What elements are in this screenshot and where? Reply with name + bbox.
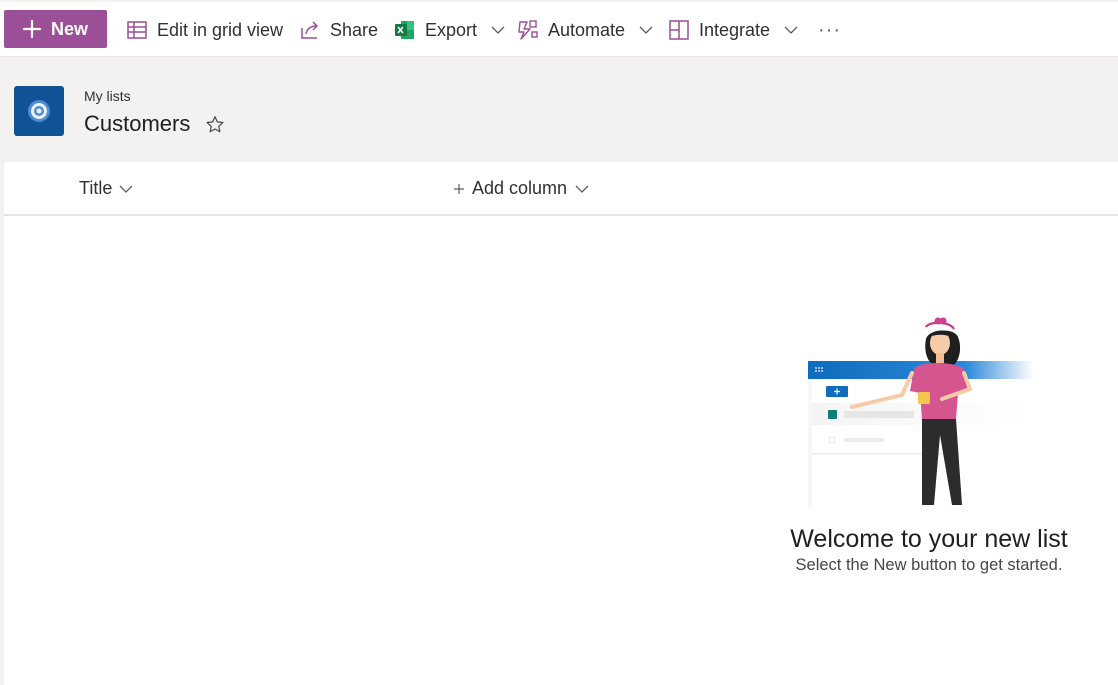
chevron-down-icon <box>119 185 133 193</box>
empty-state: Welcome to your new list Select the New … <box>764 524 1094 575</box>
new-button[interactable]: New <box>4 10 107 48</box>
chevron-down-icon <box>491 26 505 34</box>
empty-list-illustration <box>808 317 1033 507</box>
integrate-label: Integrate <box>699 19 771 40</box>
command-bar: New Edit in grid view Share Export Autom… <box>0 2 1118 57</box>
chevron-down-icon <box>575 185 589 193</box>
plus-icon <box>454 183 464 194</box>
list-header: My lists Customers <box>0 58 1118 158</box>
automate-icon <box>518 20 538 40</box>
column-header-title[interactable]: Title <box>79 178 134 199</box>
list-panel: Title Add column Welcome to your new lis… <box>4 162 1118 685</box>
excel-icon <box>395 21 414 39</box>
breadcrumb[interactable]: My lists <box>84 88 131 104</box>
column-header-row: Title Add column <box>4 162 1118 216</box>
column-title-label: Title <box>79 178 113 198</box>
integrate-button[interactable]: Integrate <box>668 12 799 48</box>
site-logo[interactable] <box>14 86 64 136</box>
grid-icon <box>127 21 147 39</box>
new-button-label: New <box>50 18 88 39</box>
star-icon[interactable] <box>204 114 226 136</box>
export-label: Export <box>425 19 478 40</box>
share-icon <box>301 21 318 39</box>
empty-state-title: Welcome to your new list <box>790 525 1068 553</box>
automate-label: Automate <box>548 19 626 40</box>
page-title: Customers <box>84 111 191 136</box>
add-column-button[interactable]: Add column <box>453 178 590 199</box>
plus-icon <box>22 20 41 38</box>
edit-grid-view-button[interactable]: Edit in grid view <box>126 12 283 48</box>
chevron-down-icon <box>639 26 653 34</box>
integrate-icon <box>669 20 689 40</box>
share-button[interactable]: Share <box>299 12 378 48</box>
export-button[interactable]: Export <box>394 12 506 48</box>
list-logo-icon <box>28 100 50 122</box>
add-column-label: Add column <box>472 178 568 198</box>
more-icon: ··· <box>818 18 841 41</box>
edit-grid-view-label: Edit in grid view <box>157 19 284 40</box>
empty-state-subtitle: Select the New button to get started. <box>795 556 1063 574</box>
share-label: Share <box>330 19 379 40</box>
automate-button[interactable]: Automate <box>517 12 654 48</box>
more-options-button[interactable]: ··· <box>818 12 841 48</box>
chevron-down-icon <box>784 26 798 34</box>
